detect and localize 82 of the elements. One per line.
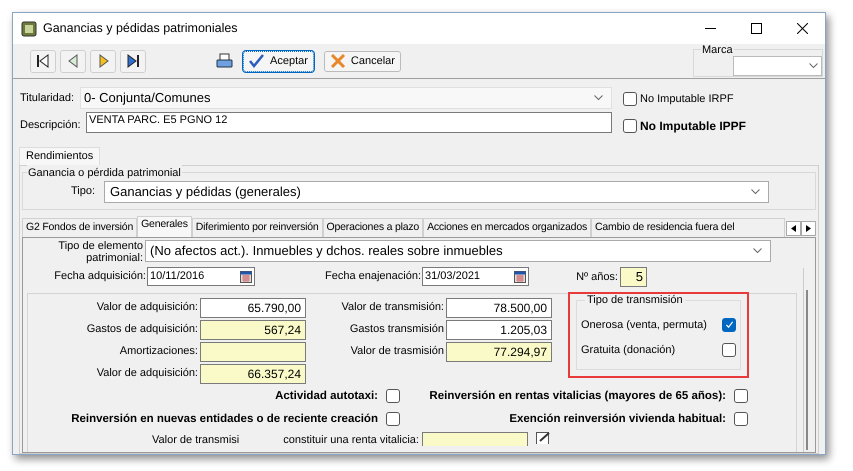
checkbox[interactable] <box>734 412 748 426</box>
number-field[interactable]: 78.500,00 <box>446 298 552 318</box>
tab[interactable]: Generales <box>137 216 192 236</box>
chevron-down-icon <box>753 248 762 254</box>
check-icon <box>724 320 734 330</box>
number-field[interactable]: 66.357,24 <box>200 364 306 384</box>
printer-icon[interactable] <box>216 53 233 69</box>
chevron-down-icon <box>594 95 603 101</box>
checkbox[interactable] <box>722 318 736 332</box>
number-field[interactable]: 1.205,03 <box>446 320 552 340</box>
number-field[interactable]: 65.790,00 <box>200 298 306 318</box>
tab[interactable]: Acciones en mercados organizados <box>423 218 592 236</box>
tipo-dropdown[interactable]: Ganancias y pédidas (generales) <box>104 180 769 202</box>
checkbox[interactable] <box>386 412 400 426</box>
tab[interactable]: G2 Fondos de inversión <box>22 218 138 236</box>
fecha-enajenacion-field[interactable]: 31/03/2021 <box>422 267 529 286</box>
right-triangle-icon <box>806 224 811 232</box>
renta-field[interactable] <box>422 432 528 446</box>
checkbox[interactable] <box>623 118 637 132</box>
tab[interactable]: Diferimiento por reinversión <box>192 218 323 236</box>
scroll-right-button[interactable] <box>801 220 816 236</box>
anos-label: Nº años: <box>575 270 619 286</box>
close-icon <box>796 23 808 34</box>
fecha-enajenacion-label: Fecha enajenación: <box>324 269 422 284</box>
window-title: Ganancias y pédidas patrimoniales <box>43 20 238 38</box>
left-triangle-icon <box>791 224 796 232</box>
titularidad-dropdown[interactable]: 0- Conjunta/Comunes <box>80 87 612 109</box>
chevron-down-icon <box>751 188 760 194</box>
flag-label: Reinversión en nuevas entidades o de reciente creación <box>70 412 379 427</box>
checkbox[interactable] <box>623 92 637 106</box>
chevron-down-icon <box>809 63 818 69</box>
checkbox[interactable] <box>734 389 748 404</box>
field-label: Valor de trasmisión <box>350 344 445 360</box>
first-record-button[interactable] <box>30 50 56 72</box>
group-title: Ganancia o pérdida patrimonial <box>27 164 182 181</box>
field-label: Valor de transmisión: <box>340 300 445 316</box>
number-field[interactable]: 77.294,97 <box>446 342 552 362</box>
tab[interactable]: Rendimientos <box>19 146 100 164</box>
descripcion-label: Descripción: <box>20 118 82 133</box>
calendar-icon[interactable] <box>240 270 252 282</box>
descripcion-field[interactable]: VENTA PARC. E5 PGNO 12 <box>86 112 612 132</box>
checkmark-icon <box>249 54 265 68</box>
option-label: Onerosa (venta, permuta) <box>581 318 707 332</box>
field-label: Gastos de adquisición: <box>86 322 199 338</box>
app-icon <box>21 20 37 36</box>
number-field[interactable] <box>200 342 306 362</box>
previous-record-button[interactable] <box>60 50 86 72</box>
accept-button[interactable]: Aceptar <box>243 50 314 72</box>
elemento-dropdown[interactable]: (No afectos act.). Inmuebles y dchos. reales sobre inmuebles <box>145 240 771 262</box>
x-icon <box>330 54 346 68</box>
scroll-left-button[interactable] <box>786 220 801 236</box>
flag-label: Exención reinversión vivienda habitual: <box>508 412 727 427</box>
flag-label: Actividad autotaxi: <box>274 388 379 404</box>
calendar-icon[interactable] <box>514 270 526 282</box>
elemento-label: Tipo de elemento patrimonial: <box>57 240 144 264</box>
checkbox[interactable] <box>386 389 400 404</box>
cancel-button[interactable]: Cancelar <box>324 50 401 72</box>
next-record-button[interactable] <box>90 50 116 72</box>
tab[interactable]: Operaciones a plazo <box>322 218 424 236</box>
flag-label: Reinversión en rentas vitalicias (mayores de 65 años): <box>428 388 727 404</box>
number-field[interactable]: 567,24 <box>200 320 306 340</box>
checkbox[interactable] <box>722 343 736 358</box>
field-label: Amortizaciones: <box>118 344 199 360</box>
fecha-adquisicion-field[interactable]: 10/11/2016 <box>147 267 255 286</box>
field-label: Valor de adquisición: <box>96 366 199 382</box>
field-label: Valor de adquisición: <box>96 300 199 316</box>
tipo-label: Tipo: <box>71 184 96 200</box>
anos-field[interactable]: 5 <box>620 266 647 286</box>
checkbox-label: No Imputable IRPF <box>640 92 734 107</box>
tab[interactable]: Cambio de residencia fuera del <box>591 218 785 236</box>
option-label: Gratuita (donación) <box>581 343 676 358</box>
field-label: Gastos transmisión <box>348 322 445 338</box>
group-title: Tipo de transmisión <box>585 294 685 306</box>
fecha-adquisicion-label: Fecha adquisición: <box>53 269 147 284</box>
last-record-button[interactable] <box>120 50 146 72</box>
maximize-icon <box>750 23 762 34</box>
marca-label: Marca <box>701 44 734 56</box>
titularidad-label: Titularidad: <box>20 90 76 106</box>
renta-label: constituir una renta vitalicia: <box>283 433 419 448</box>
checkbox-label: No Imputable IPPF <box>640 118 746 134</box>
renta-label: Valor de transmisi <box>152 433 240 448</box>
edit-icon[interactable] <box>536 432 552 444</box>
